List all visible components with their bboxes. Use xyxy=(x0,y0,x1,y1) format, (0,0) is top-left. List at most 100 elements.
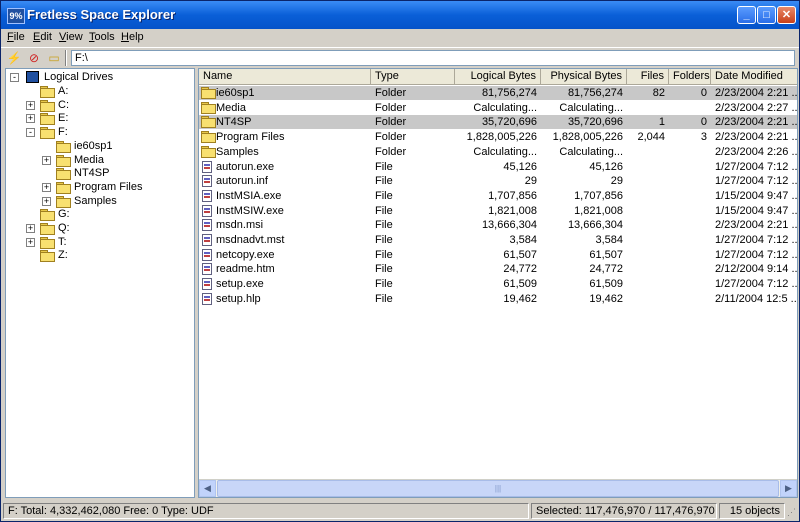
menu-tools[interactable]: Tools xyxy=(89,31,115,43)
table-row[interactable]: Media Folder Calculating... Calculating... 2… xyxy=(199,101,797,115)
cell-physical: 35,720,696 xyxy=(567,116,623,129)
status-bar: F: Total: 4,332,462,080 Free: 0 Type: UD… xyxy=(1,501,799,521)
folder-icon xyxy=(40,113,55,126)
menu-edit[interactable]: Edit xyxy=(33,31,52,43)
cell-name: ie60sp1 xyxy=(216,87,255,99)
expand-icon[interactable]: + xyxy=(26,114,35,124)
cell-physical: 1,707,856 xyxy=(574,189,623,202)
table-row[interactable]: InstMSIW.exe File 1,821,008 1,821,008 1/15/2… xyxy=(199,204,797,218)
scroll-left-icon[interactable]: ◀ xyxy=(199,480,216,497)
minimize-button[interactable]: _ xyxy=(737,6,756,24)
folder-icon xyxy=(201,116,216,129)
column-header-physical-bytes[interactable]: Physical Bytes xyxy=(541,69,627,85)
expand-icon[interactable]: + xyxy=(26,100,35,110)
table-row[interactable]: setup.hlp File 19,462 19,462 2/11/2004 12:5 … xyxy=(199,292,797,306)
table-row[interactable]: InstMSIA.exe File 1,707,856 1,707,856 1/15/2… xyxy=(199,189,797,203)
cell-logical: Calculating... xyxy=(473,101,537,114)
table-row[interactable]: autorun.exe File 45,126 45,126 1/27/2004 7:1… xyxy=(199,160,797,174)
scroll-thumb[interactable]: ||| xyxy=(217,480,779,497)
menu-file[interactable]: File xyxy=(7,31,25,43)
maximize-button[interactable]: □ xyxy=(757,6,776,24)
folder-icon xyxy=(40,236,55,249)
table-row[interactable]: ie60sp1 Folder 81,756,274 81,756,274 82 0 2/23… xyxy=(199,86,797,100)
column-header-folders[interactable]: Folders xyxy=(669,69,711,85)
folder-icon xyxy=(201,145,216,158)
table-row[interactable]: setup.exe File 61,509 61,509 1/27/2004 7:12 … xyxy=(199,277,797,291)
cell-name: autorun.inf xyxy=(216,175,268,188)
table-row[interactable]: netcopy.exe File 61,507 61,507 1/27/2004 7:1… xyxy=(199,248,797,262)
expand-icon[interactable]: + xyxy=(42,196,51,206)
table-row[interactable]: readme.htm File 24,772 24,772 2/12/2004 9:14… xyxy=(199,262,797,276)
cell-name: msdn.msi xyxy=(216,219,264,232)
cell-folders: 3 xyxy=(700,131,707,144)
menu-help[interactable]: Help xyxy=(121,31,144,43)
expand-icon[interactable]: + xyxy=(42,155,51,165)
column-header-type[interactable]: Type xyxy=(371,69,455,85)
cell-name: msdnadvt.mst xyxy=(216,234,285,246)
table-row[interactable]: autorun.inf File 29 29 1/27/2004 7:12 ... xyxy=(199,174,797,188)
column-header-logical-bytes[interactable]: Logical Bytes xyxy=(455,69,541,85)
scroll-right-icon[interactable]: ▶ xyxy=(780,480,797,497)
toolbar-separator xyxy=(65,50,67,66)
status-object-count: 15 objects xyxy=(719,503,785,519)
resize-grip-icon[interactable]: ⋰ xyxy=(787,507,797,519)
cell-date: 1/15/2004 9:47 ... xyxy=(715,189,797,202)
folder-icon xyxy=(40,127,55,140)
tree-label: NT4SP xyxy=(74,167,110,180)
table-row[interactable]: Samples Folder Calculating... Calculating..… xyxy=(199,145,797,159)
cell-logical: 1,828,005,226 xyxy=(466,131,537,144)
cell-physical: 13,666,304 xyxy=(567,219,623,232)
cell-date: 2/12/2004 9:14 ... xyxy=(715,263,797,276)
title-bar[interactable]: 9% Fretless Space Explorer _ □ ✕ xyxy=(1,1,799,29)
tree-label: ie60sp1 xyxy=(74,139,113,152)
menu-view[interactable]: View xyxy=(59,31,83,43)
cell-logical: 61,509 xyxy=(503,278,537,291)
cell-physical: Calculating... xyxy=(559,101,623,114)
file-list[interactable]: Name Type Logical Bytes Physical Bytes F… xyxy=(198,68,798,498)
cell-date: 1/27/2004 7:12 ... xyxy=(715,248,797,261)
folder-icon xyxy=(201,131,216,144)
column-header-date-modified[interactable]: Date Modified xyxy=(711,69,797,85)
cell-files: 1 xyxy=(658,116,665,129)
folder-icon xyxy=(40,86,55,98)
table-row[interactable]: msdn.msi File 13,666,304 13,666,304 2/23/200… xyxy=(199,218,797,232)
column-header-name[interactable]: Name xyxy=(199,69,371,85)
table-row[interactable]: NT4SP Folder 35,720,696 35,720,696 1 0 2/23/20… xyxy=(199,115,797,130)
cell-name: Media xyxy=(216,101,246,114)
stop-icon[interactable]: ⊘ xyxy=(25,50,43,66)
horizontal-scrollbar[interactable]: ◀ ||| ▶ xyxy=(199,479,797,497)
tree-label: C: xyxy=(58,98,69,111)
cell-logical: 3,584 xyxy=(509,234,537,246)
folder-icon xyxy=(201,101,216,114)
cell-name: autorun.exe xyxy=(216,160,275,173)
drive-tree[interactable]: - Logical Drives A: + C: + E: - F: ie60sp1 + Media N… xyxy=(5,68,195,498)
cell-logical: 19,462 xyxy=(503,292,537,305)
collapse-icon[interactable]: - xyxy=(10,73,19,82)
collapse-icon[interactable]: - xyxy=(26,128,35,138)
expand-icon[interactable]: + xyxy=(26,224,35,233)
expand-icon[interactable]: + xyxy=(26,237,35,247)
open-folder-icon[interactable]: ▭ xyxy=(45,50,63,66)
table-row[interactable]: msdnadvt.mst File 3,584 3,584 1/27/2004 7:12… xyxy=(199,233,797,247)
cell-type: Folder xyxy=(375,131,407,144)
tree-label: Media xyxy=(74,153,104,166)
cell-name: netcopy.exe xyxy=(216,248,275,261)
cell-folders: 0 xyxy=(700,87,707,99)
cell-date: 1/27/2004 7:12 ... xyxy=(715,234,797,246)
close-button[interactable]: ✕ xyxy=(777,6,796,24)
cell-name: Samples xyxy=(216,145,259,158)
cell-files: 82 xyxy=(652,87,665,99)
cell-type: File xyxy=(375,189,393,202)
address-field[interactable]: F:\ xyxy=(71,50,795,66)
cell-logical: 29 xyxy=(524,175,537,188)
cell-physical: 61,507 xyxy=(589,248,623,261)
column-header-files[interactable]: Files xyxy=(627,69,669,85)
expand-icon[interactable]: + xyxy=(42,182,51,192)
file-icon xyxy=(202,219,212,232)
cell-physical: 19,462 xyxy=(589,292,623,305)
cell-logical: 45,126 xyxy=(503,160,537,173)
table-row[interactable]: Program Files Folder 1,828,005,226 1,828,00… xyxy=(199,130,797,144)
file-icon xyxy=(202,248,212,261)
app-icon[interactable]: 9% xyxy=(7,8,25,24)
refresh-icon[interactable]: ⚡ xyxy=(5,50,23,66)
